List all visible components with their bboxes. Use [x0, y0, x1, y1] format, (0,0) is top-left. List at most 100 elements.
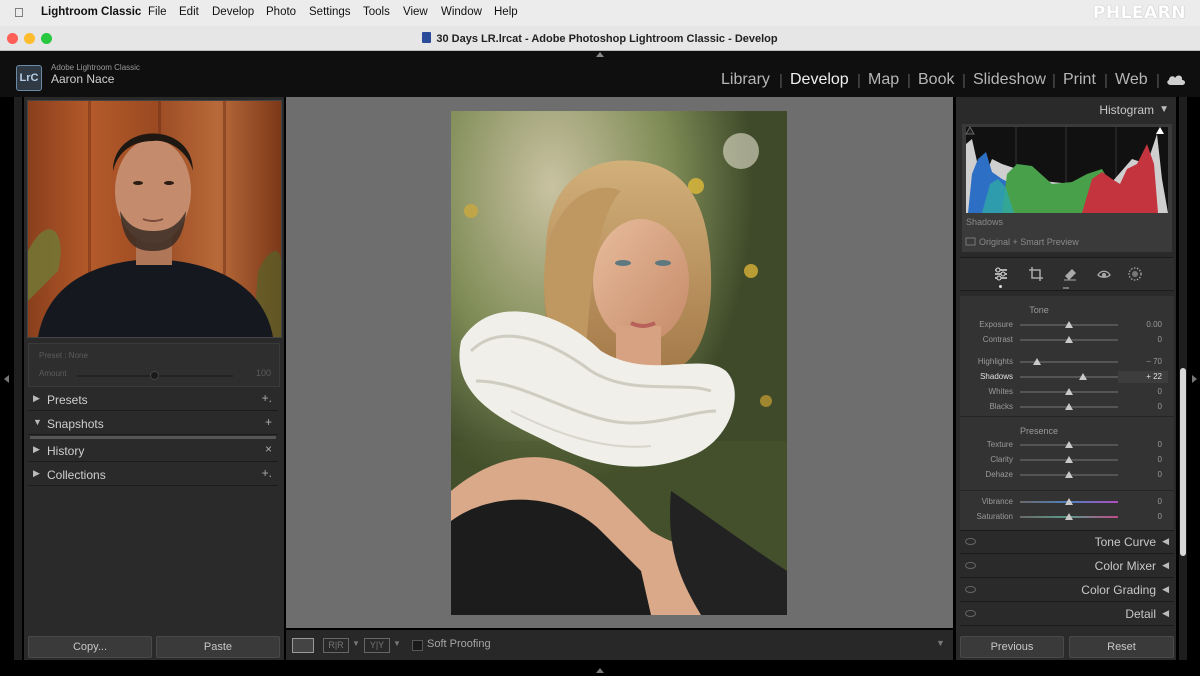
slider-thumb[interactable] [1065, 388, 1073, 395]
eye-toggle-icon[interactable] [965, 538, 976, 545]
slider-thumb[interactable] [1032, 358, 1041, 365]
add-collection-button[interactable]: +. [262, 466, 272, 480]
slider-thumb[interactable] [1078, 373, 1087, 380]
right-panel-scroll-thumb[interactable] [1180, 368, 1186, 556]
module-map[interactable]: Map [868, 71, 899, 89]
panel-collections[interactable]: ▶ Collections +. [28, 464, 278, 486]
top-panel-toggle-icon[interactable] [596, 52, 604, 57]
swap-dropdown-icon[interactable]: ▼ [393, 639, 401, 648]
cloud-icon[interactable] [1166, 72, 1186, 86]
collapsed-triangle-icon: ◀ [1162, 608, 1169, 618]
eye-toggle-icon[interactable] [965, 562, 976, 569]
eye-toggle-icon[interactable] [965, 586, 976, 593]
slider-value[interactable]: 0 [1128, 335, 1162, 344]
module-web[interactable]: Web [1115, 71, 1148, 89]
slider-value[interactable]: 0 [1128, 497, 1162, 506]
slider-thumb[interactable] [1065, 336, 1073, 343]
soft-proofing-checkbox[interactable] [412, 640, 423, 651]
menu-help[interactable]: Help [494, 6, 518, 18]
right-panel-toggle-icon[interactable] [1192, 375, 1197, 383]
previous-button[interactable]: Previous [960, 636, 1064, 658]
slider-track[interactable] [1020, 376, 1118, 378]
module-print[interactable]: Print [1063, 71, 1096, 89]
panel-scroll-grip [1063, 287, 1069, 289]
slider-value[interactable]: 0.00 [1128, 320, 1162, 329]
paste-button[interactable]: Paste [156, 636, 280, 658]
add-preset-button[interactable]: +. [262, 391, 272, 405]
menu-app[interactable]: Lightroom Classic [41, 6, 141, 18]
collapsed-triangle-icon: ◀ [1162, 584, 1169, 594]
window-title: 30 Days LR.lrcat - Adobe Photoshop Light… [436, 33, 778, 45]
crop-icon[interactable] [1028, 266, 1044, 282]
eye-toggle-icon[interactable] [965, 610, 976, 617]
slider-value[interactable]: 0 [1128, 512, 1162, 521]
slider-thumb[interactable] [1065, 321, 1073, 328]
menu-view[interactable]: View [403, 6, 428, 18]
left-panel-toggle-icon[interactable] [4, 375, 9, 383]
eraser-heal-icon[interactable] [1062, 266, 1078, 282]
red-eye-icon[interactable] [1096, 266, 1112, 282]
slider-thumb[interactable] [1065, 456, 1073, 463]
menu-develop[interactable]: Develop [212, 6, 254, 18]
edit-sliders-icon[interactable] [993, 266, 1009, 282]
loupe-view-icon[interactable] [292, 638, 314, 653]
slider-value[interactable]: − 70 [1128, 357, 1162, 366]
toolbar-menu-icon[interactable]: ▼ [936, 638, 945, 648]
menu-window[interactable]: Window [441, 6, 482, 18]
clear-history-button[interactable]: × [265, 442, 272, 456]
slider-value[interactable]: + 22 [1128, 372, 1162, 381]
window-titlebar: 30 Days LR.lrcat - Adobe Photoshop Light… [0, 26, 1200, 51]
add-snapshot-button[interactable]: + [265, 415, 272, 429]
panel-presets[interactable]: ▶ Presets +. [28, 389, 278, 411]
preview-status: Original + Smart Preview [979, 237, 1079, 247]
apple-icon[interactable]:  [14, 5, 24, 20]
slider-thumb[interactable] [1065, 471, 1073, 478]
slider-value[interactable]: 0 [1128, 440, 1162, 449]
amount-value: 100 [255, 368, 271, 378]
panel-history[interactable]: ▶ History × [28, 440, 278, 462]
slider-label: Blacks [989, 402, 1013, 411]
menu-photo[interactable]: Photo [266, 6, 296, 18]
left-panel-scrollbar[interactable] [14, 97, 22, 660]
user-name: Aaron Nace [51, 72, 115, 86]
panel-color-mixer[interactable]: Color Mixer ◀ [960, 555, 1174, 578]
slider-label: Dehaze [985, 470, 1013, 479]
filmstrip-toggle-icon[interactable] [596, 668, 604, 673]
menu-file[interactable]: File [148, 6, 167, 18]
masking-icon[interactable] [1127, 266, 1143, 282]
histogram[interactable]: Shadows Original + Smart Preview [962, 124, 1172, 252]
slider-thumb[interactable] [1065, 498, 1073, 505]
main-photo[interactable] [451, 111, 787, 615]
histogram-header[interactable]: Histogram ▼ [960, 100, 1174, 120]
copy-button[interactable]: Copy... [28, 636, 152, 658]
module-slideshow[interactable]: Slideshow [973, 71, 1046, 89]
menu-edit[interactable]: Edit [179, 6, 199, 18]
slider-thumb[interactable] [1065, 403, 1073, 410]
slider-value[interactable]: 0 [1128, 470, 1162, 479]
reset-button[interactable]: Reset [1069, 636, 1174, 658]
slider-whites: Whites 0 [960, 385, 1174, 399]
amount-slider-thumb[interactable] [150, 371, 159, 380]
menu-tools[interactable]: Tools [363, 6, 390, 18]
module-library[interactable]: Library [721, 71, 770, 89]
module-book[interactable]: Book [918, 71, 954, 89]
panel-tone-curve[interactable]: Tone Curve ◀ [960, 531, 1174, 554]
slider-thumb[interactable] [1065, 441, 1073, 448]
panel-detail[interactable]: Detail ◀ [960, 603, 1174, 626]
slider-highlights: Highlights − 70 [960, 355, 1174, 369]
menu-settings[interactable]: Settings [309, 6, 351, 18]
before-after-swap-icon[interactable]: Y|Y [364, 638, 390, 653]
slider-value[interactable]: 0 [1128, 387, 1162, 396]
before-after-lr-icon[interactable]: R|R [323, 638, 349, 653]
tone-title: Tone [1029, 305, 1049, 315]
slider-thumb[interactable] [1065, 513, 1073, 520]
slider-label: Whites [988, 387, 1013, 396]
slider-label: Shadows [980, 372, 1013, 381]
panel-snapshots[interactable]: ▼ Snapshots + [28, 413, 278, 435]
collapsed-triangle-icon: ▶ [33, 444, 40, 454]
slider-value[interactable]: 0 [1128, 455, 1162, 464]
panel-color-grading[interactable]: Color Grading ◀ [960, 579, 1174, 602]
before-after-dropdown-icon[interactable]: ▼ [352, 639, 360, 648]
module-develop[interactable]: Develop [790, 71, 849, 89]
slider-value[interactable]: 0 [1128, 402, 1162, 411]
